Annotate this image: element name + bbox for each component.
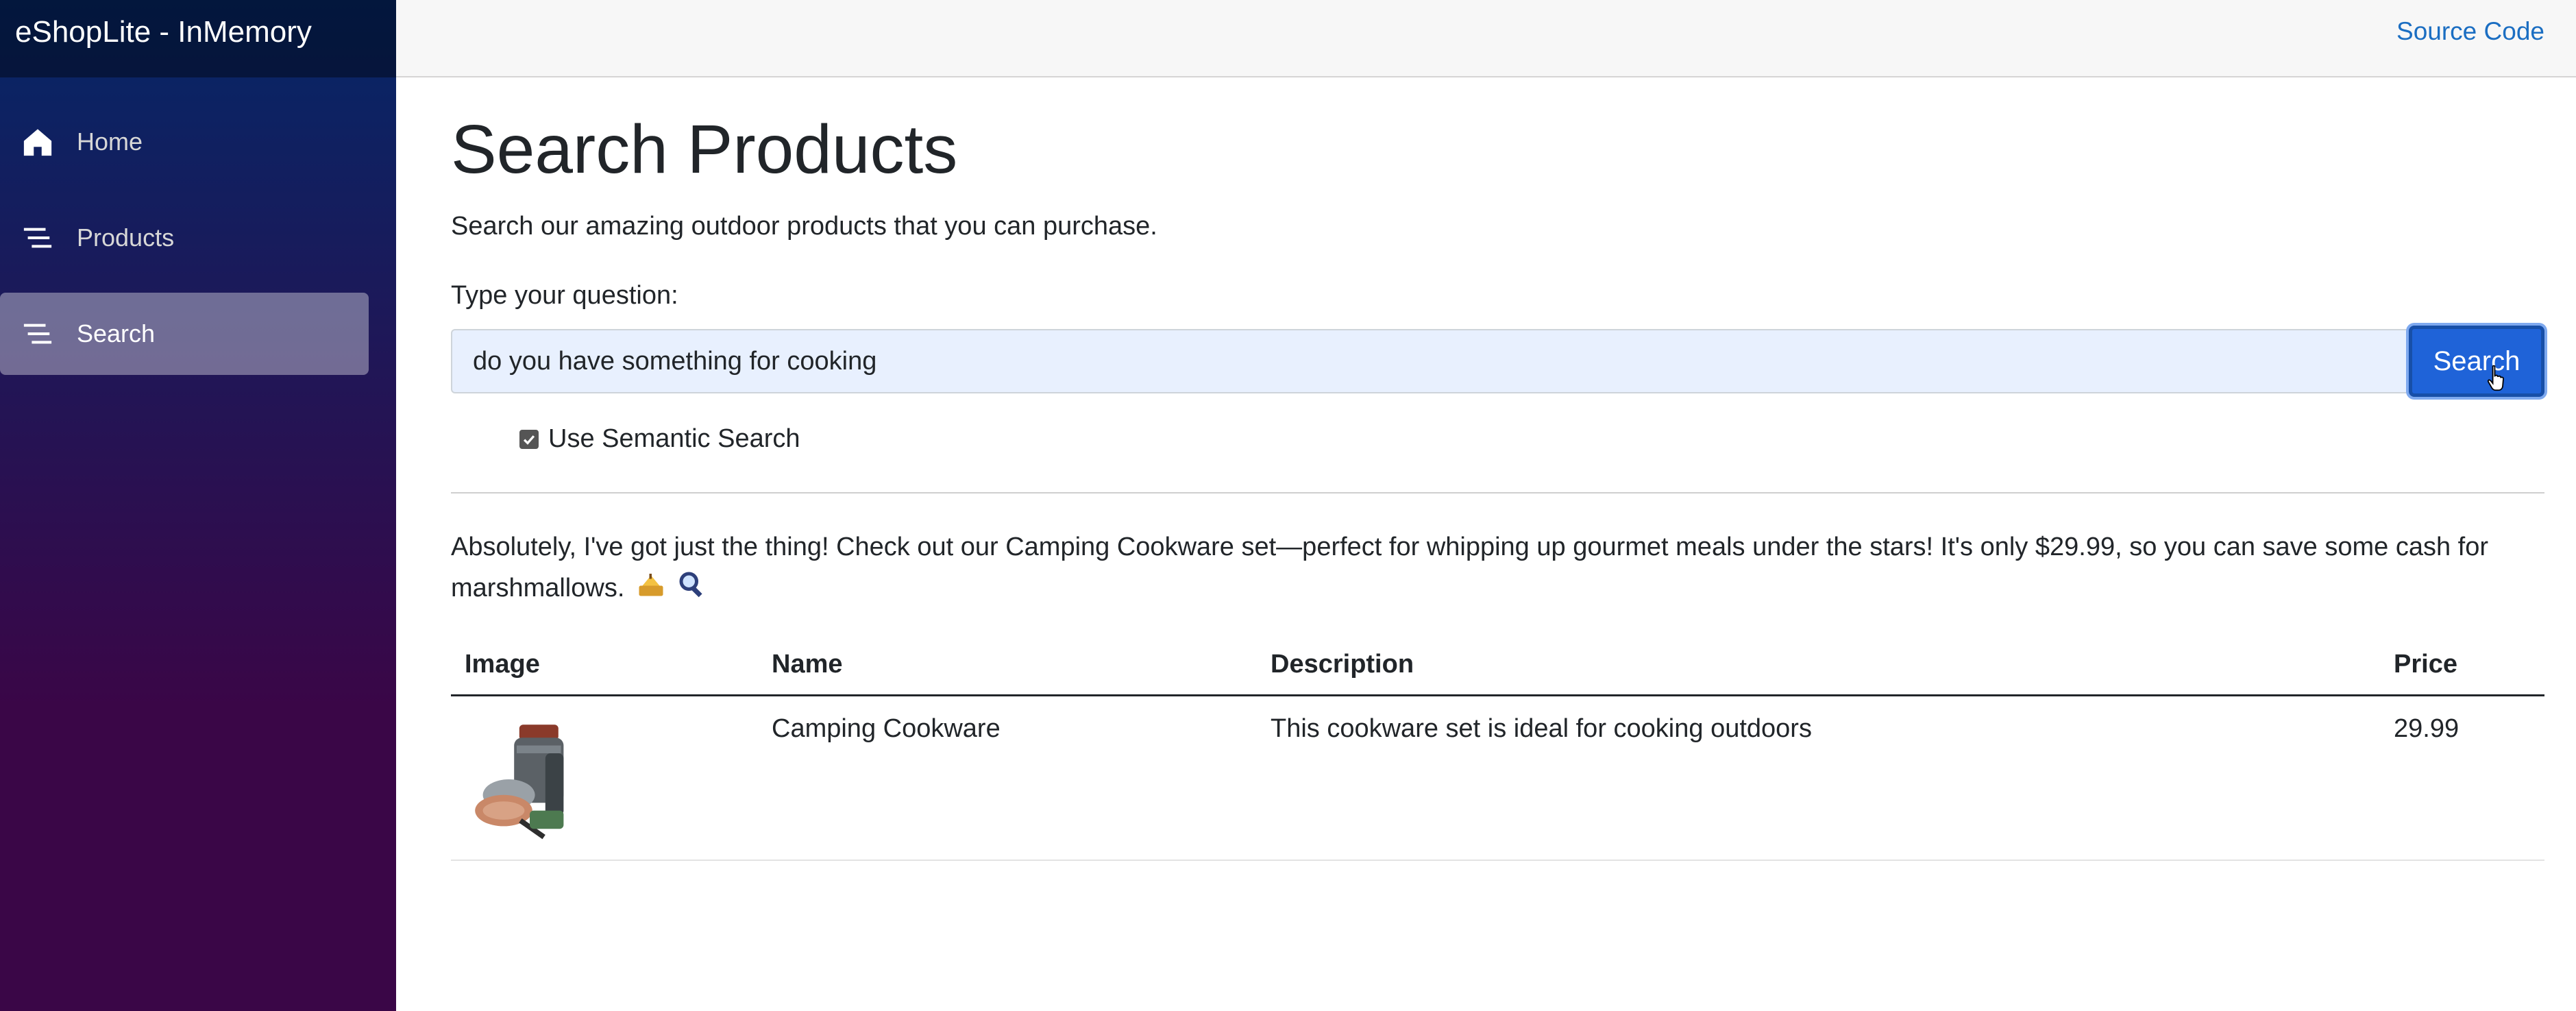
- sidebar-item-label: Products: [77, 223, 175, 252]
- results-table: Image Name Description Price Camping Coo…: [451, 649, 2544, 861]
- brand-bar: eShopLite - InMemory: [0, 0, 396, 77]
- sidebar-nav: Home Products Search: [0, 101, 396, 375]
- camping-emoji-icon: [637, 569, 665, 610]
- sidebar-item-home[interactable]: Home: [0, 101, 369, 183]
- semantic-search-label: Use Semantic Search: [548, 424, 800, 453]
- page-content: Search Products Search our amazing outdo…: [396, 77, 2576, 861]
- divider: [451, 492, 2544, 494]
- search-input[interactable]: [451, 329, 2409, 393]
- sidebar-item-products[interactable]: Products: [0, 197, 369, 279]
- table-row: Camping Cookware This cookware set is id…: [451, 695, 2544, 861]
- app-root: eShopLite - InMemory Home Products Searc…: [0, 0, 2576, 1011]
- search-row: Search: [451, 326, 2544, 397]
- top-bar: Source Code: [396, 0, 2576, 77]
- sidebar: eShopLite - InMemory Home Products Searc…: [0, 0, 396, 1011]
- list-icon: [21, 317, 55, 351]
- table-header-row: Image Name Description Price: [451, 649, 2544, 696]
- cell-price: 29.99: [2380, 695, 2544, 861]
- magnifier-emoji-icon: [678, 569, 705, 610]
- page-subtitle: Search our amazing outdoor products that…: [451, 212, 1157, 241]
- ai-answer-text: Absolutely, I've got just the thing! Che…: [451, 533, 2489, 602]
- check-icon: [523, 435, 535, 445]
- ai-answer: Absolutely, I've got just the thing! Che…: [451, 526, 2544, 610]
- semantic-search-checkbox[interactable]: [519, 429, 539, 449]
- sidebar-item-label: Search: [77, 319, 156, 348]
- header-name: Name: [758, 649, 1257, 696]
- camping-cookware-image: [465, 714, 595, 844]
- header-price: Price: [2380, 649, 2544, 696]
- main-area: Source Code Search Products Search our a…: [396, 0, 2576, 1011]
- header-image: Image: [451, 649, 758, 696]
- cell-description: This cookware set is ideal for cooking o…: [1257, 695, 2380, 861]
- cell-image: [451, 695, 758, 861]
- sidebar-item-search[interactable]: Search: [0, 293, 369, 375]
- question-label: Type your question:: [451, 281, 678, 310]
- hand-cursor-icon: [2487, 365, 2504, 391]
- semantic-search-toggle[interactable]: Use Semantic Search: [519, 424, 2544, 454]
- source-code-link[interactable]: Source Code: [2396, 17, 2544, 46]
- page-title: Search Products: [451, 111, 958, 188]
- search-button-label: Search: [2433, 345, 2520, 376]
- search-button[interactable]: Search: [2409, 326, 2544, 397]
- cell-name: Camping Cookware: [758, 695, 1257, 861]
- header-description: Description: [1257, 649, 2380, 696]
- sidebar-item-label: Home: [77, 127, 143, 156]
- home-icon: [21, 125, 55, 159]
- brand-title[interactable]: eShopLite - InMemory: [15, 15, 312, 49]
- list-icon: [21, 221, 55, 255]
